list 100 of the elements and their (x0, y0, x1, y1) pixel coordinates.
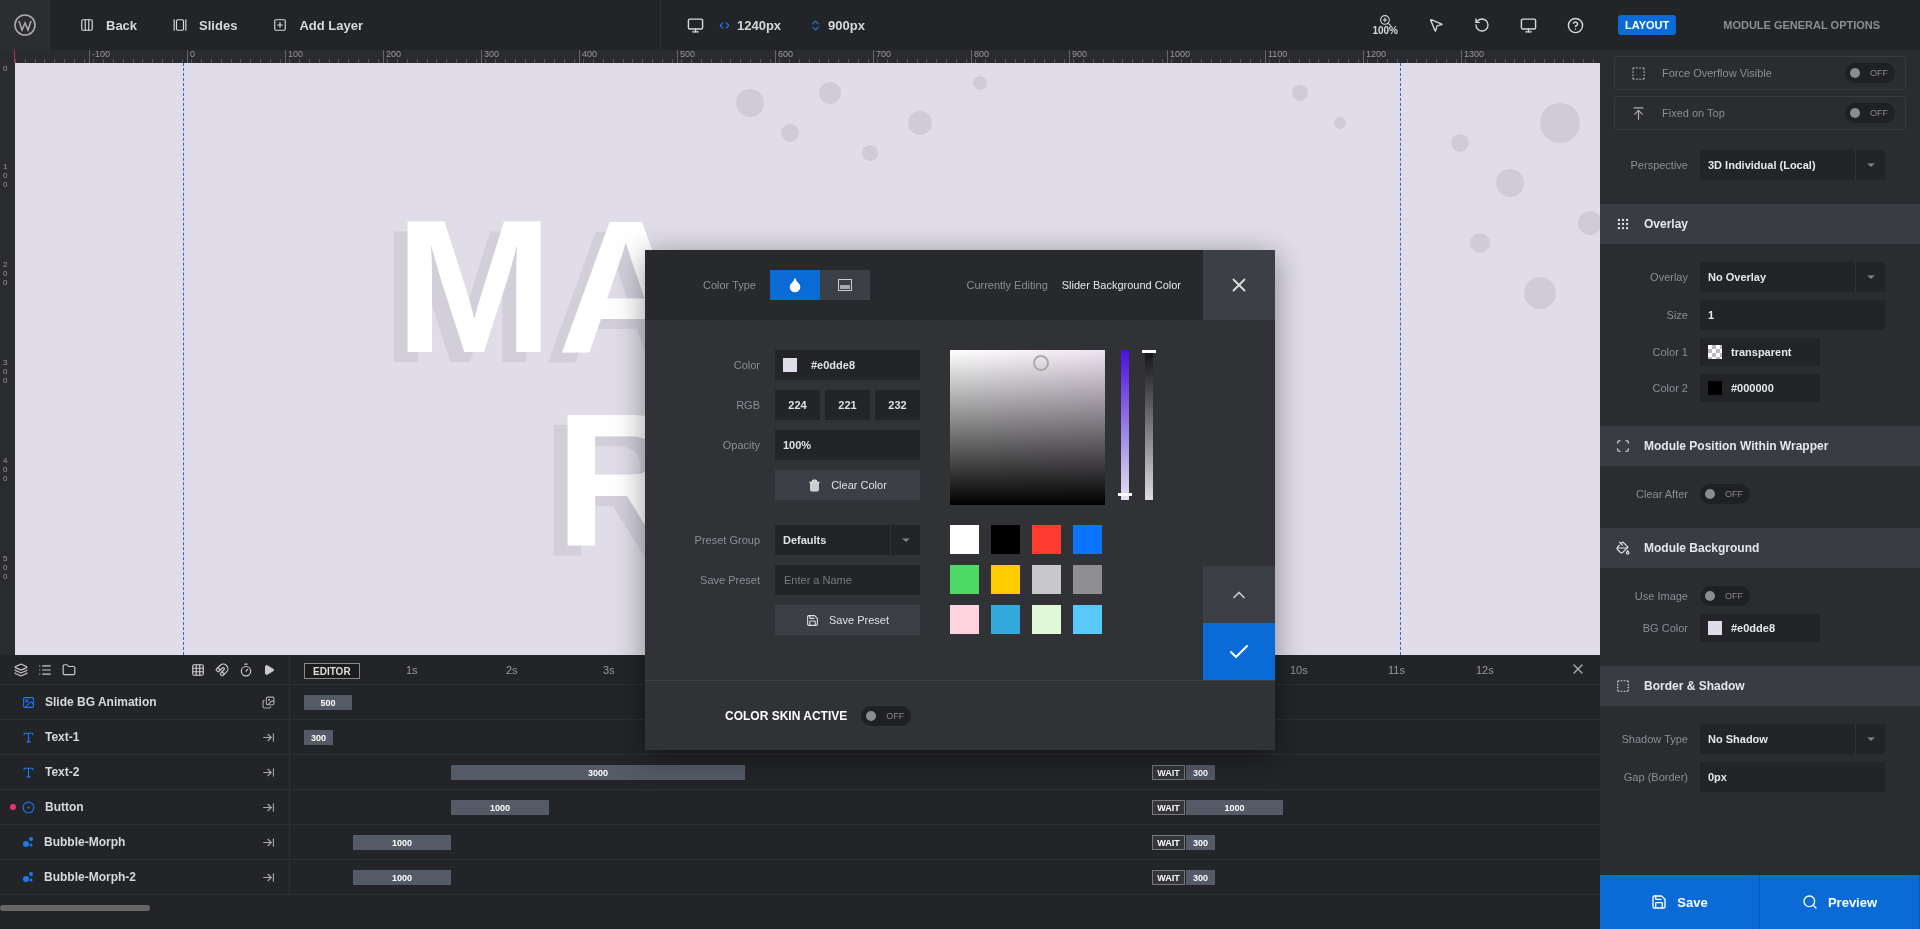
timeline-bar[interactable]: 1000 (353, 870, 451, 885)
timeline-bar[interactable]: 3000 (451, 765, 745, 780)
list-icon[interactable] (38, 662, 52, 677)
section-header[interactable]: Module Background (1600, 528, 1920, 568)
color-swatch[interactable] (1032, 525, 1061, 554)
timeline-bar[interactable]: 300 (1186, 765, 1215, 780)
timeline-bar[interactable]: 300 (304, 730, 333, 745)
panel-tab[interactable]: LAYOUT (1618, 15, 1677, 35)
color-field[interactable]: #e0dde8 (775, 350, 920, 380)
wait-label[interactable]: WAIT (1152, 835, 1185, 850)
color-skin-label: COLOR SKIN ACTIVE (725, 708, 848, 723)
hue-slider[interactable] (1121, 350, 1129, 500)
solid-color-tab[interactable] (770, 270, 820, 300)
toggle-switch[interactable]: OFF (1700, 484, 1750, 504)
paint-bucket-icon (1616, 541, 1630, 555)
timeline-bar[interactable]: 300 (1186, 870, 1215, 885)
toggle-switch[interactable]: OFF (1700, 586, 1750, 606)
section-header[interactable]: Overlay (1600, 204, 1920, 244)
color-swatch[interactable] (1073, 565, 1102, 594)
panel-tab[interactable]: MODULE GENERAL OPTIONS (1716, 15, 1888, 35)
color-swatch[interactable] (1032, 605, 1061, 634)
zoom-button[interactable]: 100% (1368, 10, 1402, 40)
color-field[interactable]: #e0dde8 (1700, 614, 1820, 642)
editor-tab[interactable]: EDITOR (304, 663, 360, 679)
opacity-field[interactable]: 100% (775, 430, 920, 460)
color-swatch[interactable] (991, 605, 1020, 634)
rgb-field[interactable]: 224 (775, 390, 820, 420)
layer-name[interactable]: Button (45, 800, 252, 814)
arrow-to-line-icon[interactable] (262, 800, 275, 814)
stopwatch-icon[interactable] (239, 662, 253, 677)
monitor-icon[interactable] (687, 16, 704, 34)
trash-icon (808, 478, 822, 492)
layer-name[interactable]: Slide BG Animation (45, 695, 252, 709)
layer-name[interactable]: Text-1 (45, 730, 252, 744)
arrow-to-line-icon[interactable] (262, 765, 275, 779)
grid-icon[interactable] (191, 662, 205, 677)
timeline-bar[interactable]: 1000 (353, 835, 451, 850)
clear-color-button[interactable]: Clear Color (775, 470, 920, 500)
color-swatch[interactable] (950, 565, 979, 594)
timeline-bar[interactable]: 1000 (1186, 800, 1283, 815)
images-icon[interactable] (262, 695, 275, 709)
rgb-field[interactable]: 232 (875, 390, 920, 420)
wait-label[interactable]: WAIT (1152, 765, 1185, 780)
toggle-switch[interactable]: OFF (1845, 103, 1895, 123)
search-icon (1801, 894, 1818, 910)
preview-button[interactable]: Preview (1760, 875, 1920, 929)
rgb-field[interactable]: 221 (825, 390, 870, 420)
toggle-switch[interactable]: OFF (1845, 63, 1895, 83)
folder-icon[interactable] (62, 662, 76, 677)
layer-name[interactable]: Bubble-Morph-2 (44, 870, 252, 884)
timeline-bar[interactable]: 1000 (451, 800, 549, 815)
preset-name-field[interactable]: Enter a Name (775, 565, 920, 595)
field-label: Color (732, 359, 760, 371)
color-swatch[interactable] (991, 525, 1020, 554)
select-field[interactable]: No Shadow (1700, 724, 1885, 754)
field-label: Color 2 (1651, 382, 1688, 394)
option-label: Fixed on Top (1662, 107, 1726, 119)
save-preset-button[interactable]: Save Preset (775, 605, 920, 635)
color-field[interactable]: transparent (1700, 338, 1820, 366)
color-swatch[interactable] (1073, 605, 1102, 634)
height-value[interactable]: 900px (809, 17, 865, 33)
color-swatch[interactable] (1032, 565, 1061, 594)
timeline-bar[interactable]: 500 (304, 695, 352, 710)
color-gradient-square[interactable] (950, 350, 1105, 505)
layers-icon[interactable] (14, 662, 28, 677)
arrow-to-line-icon[interactable] (262, 730, 275, 744)
wait-label[interactable]: WAIT (1152, 800, 1185, 815)
section-header[interactable]: Module Position Within Wrapper (1600, 426, 1920, 466)
gradient-tab[interactable] (820, 270, 870, 300)
color-swatch[interactable] (950, 525, 979, 554)
preset-group-select[interactable]: Defaults (775, 525, 920, 555)
width-value[interactable]: 1240px (718, 17, 782, 33)
ruler-label: 500 (2, 555, 8, 583)
layer-name[interactable]: Bubble-Morph (44, 835, 252, 849)
opacity-slider[interactable] (1145, 350, 1153, 500)
undo-icon (1474, 17, 1490, 33)
select-field[interactable]: No Overlay (1700, 262, 1885, 292)
wait-label[interactable]: WAIT (1152, 870, 1185, 885)
input-field[interactable]: 0px (1700, 762, 1885, 792)
magnet-icon[interactable] (215, 662, 229, 677)
slides-button[interactable]: Slides (159, 5, 252, 45)
field-label: Color 1 (1651, 346, 1688, 358)
color-field[interactable]: #000000 (1700, 374, 1820, 402)
back-button[interactable]: Back (66, 5, 152, 45)
scrollbar[interactable] (0, 905, 150, 911)
color-swatch[interactable] (1073, 525, 1102, 554)
layer-name[interactable]: Text-2 (45, 765, 252, 779)
color-swatch[interactable] (950, 605, 979, 634)
arrow-to-line-icon[interactable] (262, 835, 275, 849)
select-field[interactable]: 3D Individual (Local) (1700, 150, 1885, 180)
color-swatch[interactable] (991, 565, 1020, 594)
logo-icon[interactable] (14, 14, 36, 36)
section-header[interactable]: Border & Shadow (1600, 666, 1920, 706)
add-layer-button[interactable]: Add Layer (259, 5, 377, 45)
arrow-to-line-icon[interactable] (262, 870, 275, 884)
play-icon[interactable] (263, 663, 275, 676)
timeline-bar[interactable]: 300 (1186, 835, 1215, 850)
save-button[interactable]: Save (1600, 875, 1760, 929)
toggle-switch[interactable]: OFF (861, 705, 912, 726)
input-field[interactable]: 1 (1700, 300, 1885, 330)
